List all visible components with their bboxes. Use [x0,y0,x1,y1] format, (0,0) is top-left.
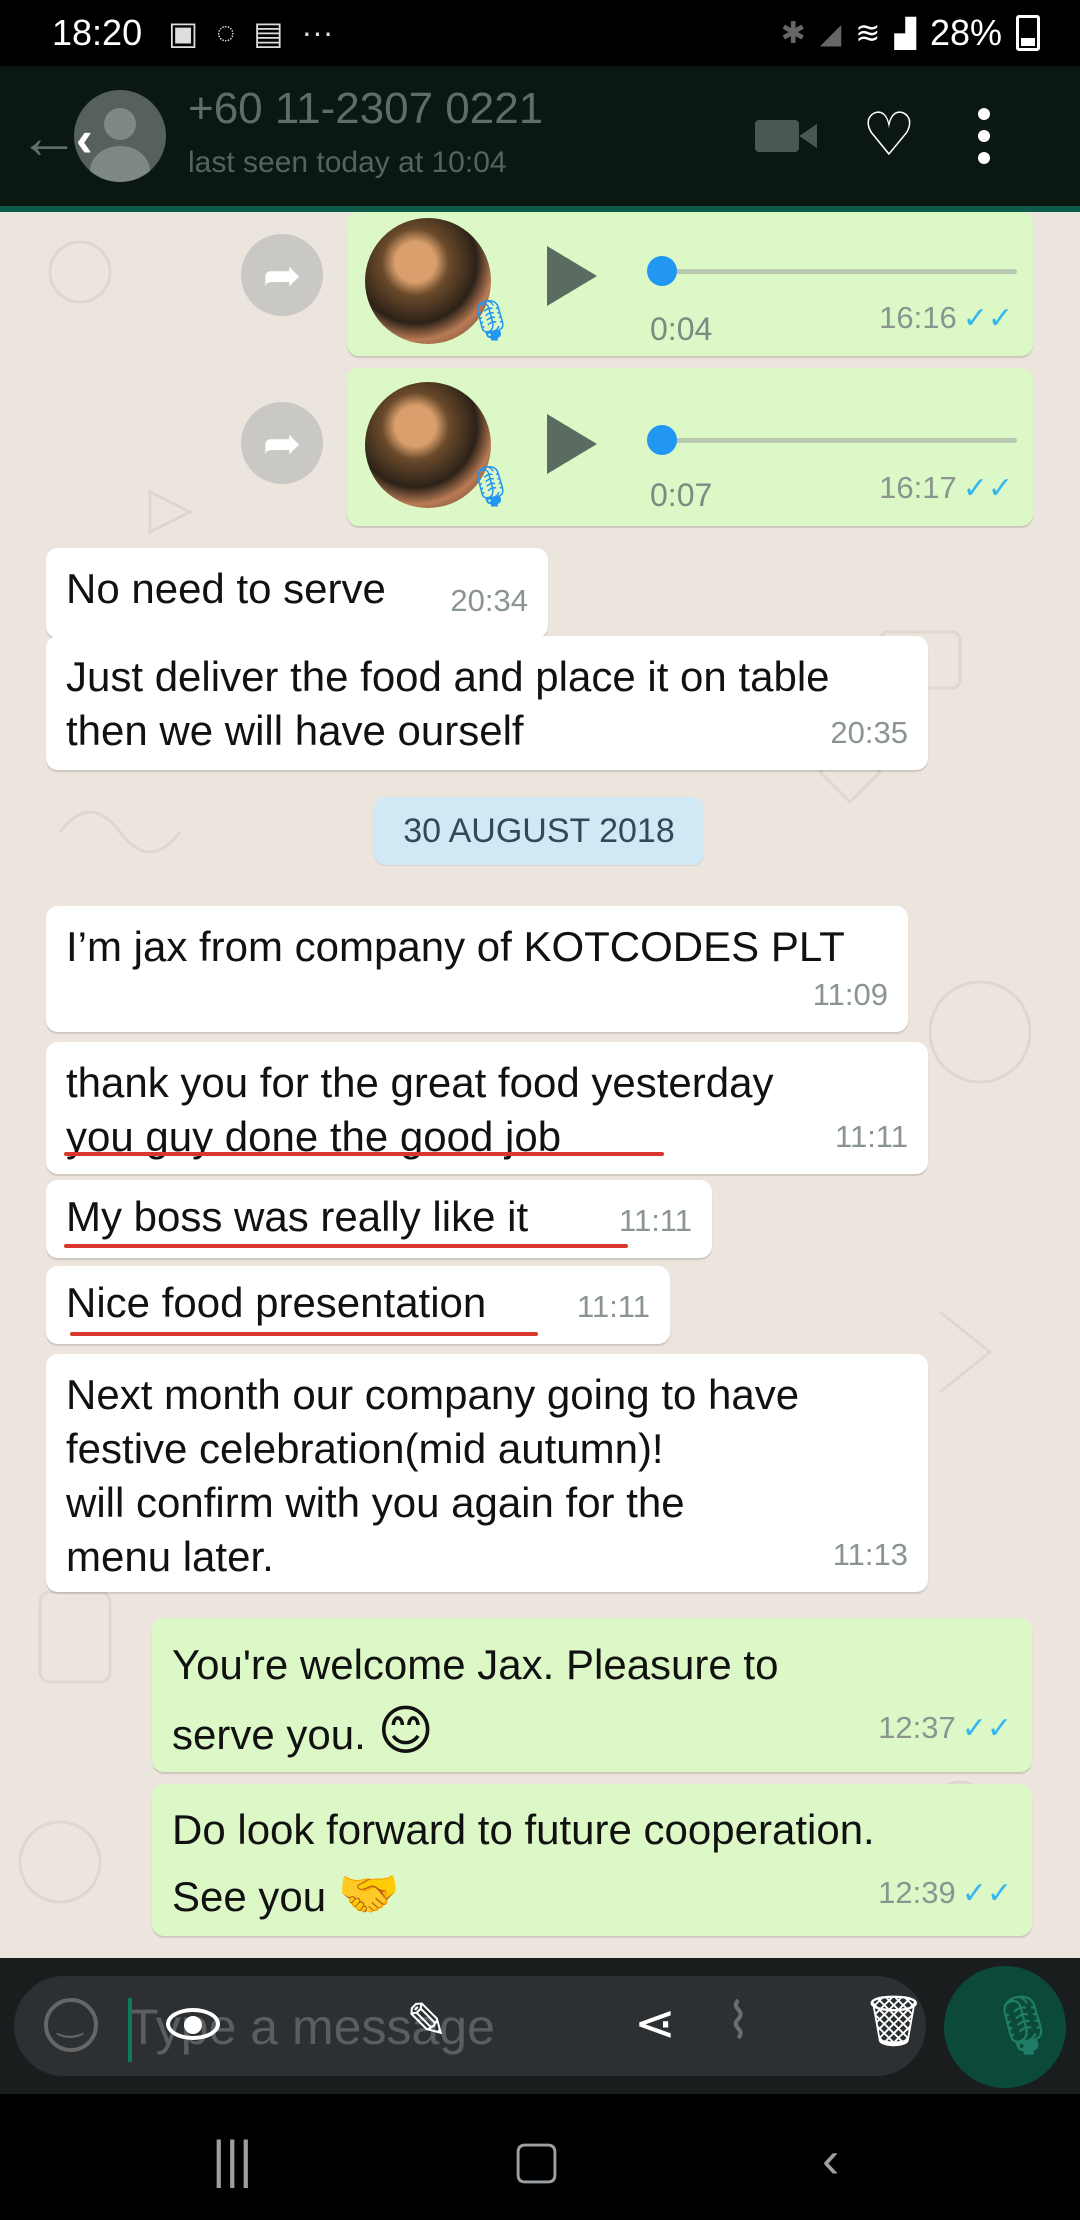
notification-icons: ▣ ◌ ▤ ··· [168,14,333,52]
message-text: I’m jax from company of KOTCODES PLT [66,923,845,970]
voice-message[interactable]: 🎙 0:07 16:17 ✓✓ [347,368,1033,526]
message-bubble[interactable]: Nice food presentation 11:11 [46,1266,670,1344]
read-ticks-icon: ✓✓ [961,1712,1012,1745]
message-time: 11:11 [619,1203,692,1238]
message-text-line: festive celebration(mid autumn)! [66,1425,664,1472]
cell-signal-icon: ▟ [894,17,916,49]
voice-record-button[interactable]: 🎙 [944,1966,1066,2088]
message-time: 20:34 [450,583,528,618]
message-text-line: thank you for the great food yesterday [66,1059,774,1106]
gallery-icon: ▣ [168,15,199,51]
mic-icon: 🎙 [465,465,516,509]
message-time: 16:17 ✓✓ [879,470,1013,505]
mic-icon: 🎙 [465,299,516,343]
audio-duration: 0:07 [650,477,713,513]
battery-percent: 28% [929,12,1002,53]
chat-header: ← ‹ +60 11-2307 0221 last seen today at … [0,66,1080,212]
message-text: Nice food presentation [66,1279,487,1326]
message-bubble[interactable]: thank you for the great food yesterday y… [46,1042,928,1174]
handshake-emoji: 🤝 [337,1866,401,1922]
audio-progress-knob[interactable] [647,425,677,455]
smiling-face-emoji: 😊 [377,1701,434,1761]
message-text-line: menu later. [66,1533,274,1580]
audio-progress-track[interactable] [657,269,1017,274]
message-time: 11:11 [835,1119,908,1154]
last-seen: last seen today at 10:04 [188,146,507,179]
pencil-icon[interactable]: ✎ [406,1992,448,2050]
message-time: 20:35 [830,715,908,750]
message-time: 12:37 ✓✓ [878,1710,1012,1745]
message-bubble[interactable]: I’m jax from company of KOTCODES PLT 11:… [46,906,908,1032]
contact-name[interactable]: +60 11-2307 0221 [188,84,543,134]
audio-progress-track[interactable] [657,438,1017,443]
date-divider: 30 AUGUST 2018 [374,797,704,865]
message-input-field[interactable]: Type a message ✎ ⋖ ⌇ 🗑 [14,1976,926,2076]
read-ticks-icon: ✓✓ [962,472,1013,505]
mic-icon: 🎙 [986,1993,1060,2058]
message-text-line: will confirm with you again for the [66,1479,685,1526]
message-text-line: Just deliver the food and place it on ta… [66,653,830,700]
more-notifications-icon: ··· [301,14,334,50]
red-underline [70,1332,538,1336]
message-text-line: Next month our company going to have [66,1371,800,1418]
message-time: 11:13 [832,1537,908,1572]
message-time: 16:16 ✓✓ [879,300,1013,335]
audio-progress-knob[interactable] [647,256,677,286]
text-cursor [128,1998,132,2062]
wifi-icon: ≋ [855,16,881,50]
message-bubble[interactable]: No need to serve 20:34 [46,548,548,638]
trash-icon[interactable]: 🗑 [862,1992,925,2051]
message-text-line: then we will have ourself [66,707,524,754]
whatsapp-icon: ◌ [216,14,236,50]
video-call-icon[interactable] [755,120,817,152]
audio-duration: 0:04 [650,311,713,347]
message-bubble[interactable]: Next month our company going to have fes… [46,1354,928,1592]
paperclip-icon[interactable]: ⌇ [726,1992,750,2050]
message-time: 12:39 ✓✓ [878,1875,1012,1910]
voice-message[interactable]: 🎙 0:04 16:16 ✓✓ [347,212,1033,356]
eye-icon[interactable] [166,2008,220,2040]
emoji-icon[interactable] [44,1998,98,2052]
bluetooth-icon: ✱ [780,16,806,50]
message-bubble[interactable]: Do look forward to future cooperation. S… [152,1784,1032,1936]
message-text-line: You're welcome Jax. Pleasure to [172,1641,779,1688]
calendar-icon: ▤ [253,15,284,51]
message-time: 11:11 [577,1289,650,1324]
back-nav-icon[interactable]: ‹ [822,2130,839,2190]
read-ticks-icon: ✓✓ [961,1877,1012,1910]
forward-icon[interactable]: ➦ [241,234,323,316]
chat-area[interactable]: ➦ 🎙 0:04 16:16 ✓✓ ➦ 🎙 0:07 16:17 ✓✓ No nee… [0,212,1080,1956]
message-text-line: See you [172,1873,327,1920]
message-bubble[interactable]: My boss was really like it 11:11 [46,1180,712,1258]
forward-icon[interactable]: ➦ [241,402,323,484]
compose-bar: Type a message ✎ ⋖ ⌇ 🗑 🎙 [0,1958,1080,2094]
status-time: 18:20 [52,12,143,53]
status-right: ✱ ◢ ≋ ▟ 28% [781,12,1040,54]
message-bubble[interactable]: Just deliver the food and place it on ta… [46,636,928,770]
back-arrow-icon[interactable]: ← [18,102,80,173]
home-icon[interactable]: ▢ [512,2130,561,2190]
play-icon[interactable] [547,414,597,474]
android-nav-bar: ||| ▢ ‹ [0,2094,1080,2220]
red-underline [64,1244,628,1248]
message-text-line: Do look forward to future cooperation. [172,1806,875,1853]
message-text: My boss was really like it [66,1193,529,1240]
chevron-left-icon[interactable]: ‹ [76,110,93,168]
message-bubble[interactable]: You're welcome Jax. Pleasure to serve yo… [152,1618,1032,1772]
signal-icon: ◢ [819,17,842,49]
more-options-icon[interactable] [978,108,990,164]
status-bar: 18:20 ▣ ◌ ▤ ··· ✱ ◢ ≋ ▟ 28% [0,0,1080,66]
message-text-line: serve you. [172,1711,366,1758]
battery-icon [1016,15,1040,51]
read-ticks-icon: ✓✓ [962,302,1013,335]
play-icon[interactable] [547,246,597,306]
recent-apps-icon[interactable]: ||| [212,2130,253,2190]
heart-icon[interactable]: ♡ [862,100,916,170]
message-text: No need to serve [66,565,386,612]
share-icon[interactable]: ⋖ [634,1994,676,2052]
message-time: 11:09 [812,977,888,1012]
red-underline [64,1152,664,1156]
